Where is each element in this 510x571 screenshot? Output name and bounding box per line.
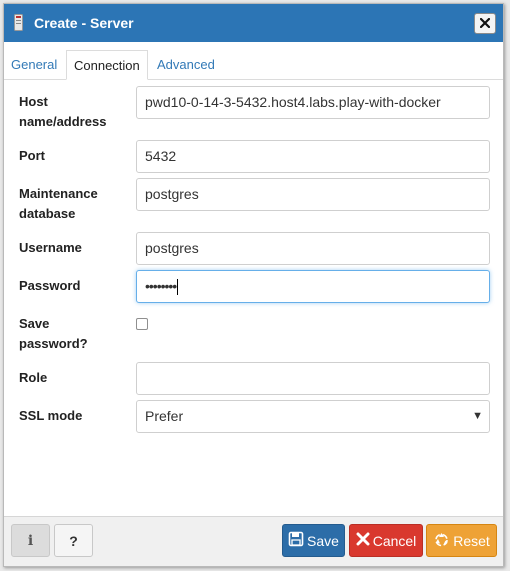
help-button[interactable]: ? [54,524,93,557]
username-input[interactable]: postgres [136,232,490,265]
tab-bar: General Connection Advanced [4,42,503,80]
host-label: Host name/address [19,94,107,129]
dialog-titlebar: Create - Server [4,4,503,42]
tab-connection[interactable]: Connection [66,50,148,80]
dialog-footer: i ? Save Cancel Reset [4,516,503,566]
password-input[interactable]: •••••••• [136,270,490,303]
x-icon [356,532,370,549]
server-icon [14,14,23,31]
tab-general[interactable]: General [11,50,57,80]
save-password-label: Save password? [19,316,88,351]
text-caret [177,279,179,296]
dialog-title: Create - Server [34,15,134,31]
create-server-dialog: Create - Server General Connection Advan… [3,3,504,567]
role-input[interactable] [136,362,490,395]
ssl-mode-select[interactable]: Prefer ▼ [136,400,490,433]
maintenance-db-input[interactable]: postgres [136,178,490,211]
recycle-icon [433,531,450,551]
reset-label: Reset [453,532,490,549]
port-input[interactable]: 5432 [136,140,490,173]
role-label: Role [19,370,48,385]
reset-button[interactable]: Reset [426,524,497,557]
cancel-label: Cancel [372,532,417,549]
floppy-disk-icon [288,531,304,550]
ssl-mode-value: Prefer [145,408,184,424]
password-label: Password [19,278,81,293]
maintenance-db-label: Maintenance database [19,186,98,221]
username-label: Username [19,240,82,255]
host-input[interactable]: pwd10-0-14-3-5432.host4.labs.play-with-d… [136,86,490,119]
password-mask: •••••••• [145,278,177,294]
save-label: Save [307,532,339,549]
dropdown-arrow-icon: ▼ [472,410,483,422]
close-icon [479,15,491,33]
info-button[interactable]: i [11,524,50,557]
cancel-button[interactable]: Cancel [349,524,423,557]
port-label: Port [19,148,45,163]
save-button[interactable]: Save [282,524,345,557]
ssl-mode-label: SSL mode [19,408,83,423]
tab-advanced[interactable]: Advanced [157,50,215,80]
close-button[interactable] [474,13,496,34]
save-password-checkbox[interactable] [136,318,148,330]
